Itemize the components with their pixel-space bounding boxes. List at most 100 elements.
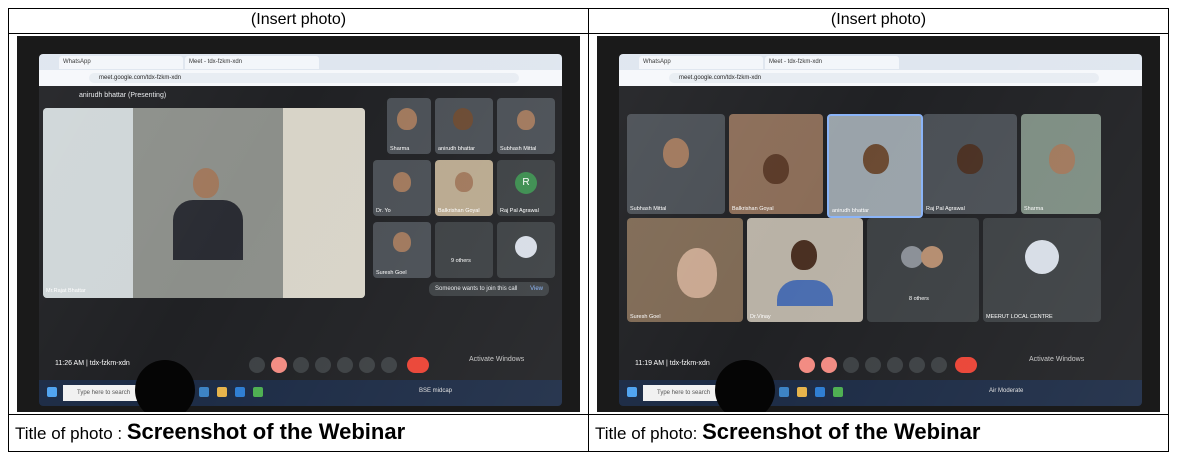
participant-tile: Suresh Goel xyxy=(373,222,431,278)
participant-name: Subhash Mittal xyxy=(630,206,667,212)
photo-table: (Insert photo) (Insert photo) WhatsApp M… xyxy=(8,8,1169,452)
right-photo-cell: WhatsApp Meet - tdx-fzkm-xdn meet.google… xyxy=(588,33,1169,415)
participant-name: Balkrishan Goyal xyxy=(732,206,774,212)
participant-avatar: R xyxy=(515,172,537,194)
join-notification[interactable]: Someone wants to join this call View xyxy=(429,282,549,296)
right-title-prefix: Title of photo: xyxy=(595,424,703,443)
participant-name: Dr.Vinay xyxy=(750,314,771,320)
participant-name: Raj Pal Agrawal xyxy=(500,208,539,214)
store-icon[interactable] xyxy=(815,387,825,397)
right-header: (Insert photo) xyxy=(830,11,927,28)
left-title-bold: Screenshot of the Webinar xyxy=(126,419,406,444)
participant-face xyxy=(453,108,473,130)
activate-windows-text: Activate Windows xyxy=(469,356,525,363)
activate-windows-text: Activate Windows xyxy=(1029,356,1085,363)
emoji-button[interactable] xyxy=(315,357,331,373)
participant-face xyxy=(957,144,983,174)
participant-tile: Sharma xyxy=(1021,114,1101,214)
emoji-button[interactable] xyxy=(865,357,881,373)
windows-taskbar: Type here to search BSE midcap xyxy=(39,380,562,406)
wall-light xyxy=(283,108,365,298)
camera-button[interactable] xyxy=(821,357,837,373)
camera-button[interactable] xyxy=(271,357,287,373)
meeting-time-code: 11:19 AM | tdx-fzkm-xdn xyxy=(635,360,710,367)
laptop-screen: WhatsApp Meet - tdx-fzkm-xdn meet.google… xyxy=(39,54,562,406)
url-text: meet.google.com/tdx-fzkm-xdn xyxy=(669,73,1099,83)
right-title-cell: Title of photo: Screenshot of the Webina… xyxy=(588,414,1169,452)
participant-name: Balkrishan Goyal xyxy=(438,208,480,214)
windows-start-icon[interactable] xyxy=(627,387,637,397)
edge-icon[interactable] xyxy=(199,387,209,397)
file-explorer-icon[interactable] xyxy=(797,387,807,397)
org-logo xyxy=(515,236,537,258)
meet-controls: 11:26 AM | tdx-fzkm-xdn Activate Windows xyxy=(39,352,562,380)
meet-controls: 11:19 AM | tdx-fzkm-xdn Activate Windows xyxy=(619,352,1142,380)
participant-tile: Subhash Mittal xyxy=(627,114,725,214)
laptop-screen: WhatsApp Meet - tdx-fzkm-xdn meet.google… xyxy=(619,54,1142,406)
end-call-button[interactable] xyxy=(955,357,977,373)
left-header-cell: (Insert photo) xyxy=(8,8,589,34)
edge-icon[interactable] xyxy=(779,387,789,397)
file-explorer-icon[interactable] xyxy=(217,387,227,397)
mic-button[interactable] xyxy=(249,357,265,373)
org-logo xyxy=(1025,240,1059,274)
participant-name: MEERUT LOCAL CENTRE xyxy=(986,314,1053,320)
chrome-icon[interactable] xyxy=(253,387,263,397)
raise-hand-button[interactable] xyxy=(359,357,375,373)
notification-text: Someone wants to join this call xyxy=(435,286,518,292)
participant-tile: Dr.Vinay xyxy=(747,218,863,322)
present-button[interactable] xyxy=(887,357,903,373)
end-call-button[interactable] xyxy=(407,357,429,373)
browser-tab: WhatsApp xyxy=(59,56,183,69)
participant-face xyxy=(517,110,535,130)
participant-tile: 9 others xyxy=(435,222,493,278)
main-video-label: Mr.Rajat Bhattar xyxy=(46,288,86,294)
captions-button[interactable] xyxy=(293,357,309,373)
left-title-prefix: Title of photo : xyxy=(15,424,127,443)
participant-tile: 8 others xyxy=(867,218,979,322)
participant-shirt xyxy=(777,280,833,306)
present-button[interactable] xyxy=(337,357,353,373)
main-video-tile: Mr.Rajat Bhattar xyxy=(43,108,365,298)
raise-hand-button[interactable] xyxy=(909,357,925,373)
participant-name: Subhash Mittal xyxy=(500,146,537,152)
speaker-shirt xyxy=(173,200,243,260)
window-light xyxy=(43,108,133,298)
left-photo-cell: WhatsApp Meet - tdx-fzkm-xdn meet.google… xyxy=(8,33,589,415)
participant-face xyxy=(393,232,411,252)
participant-name: Dr. Yo xyxy=(376,208,391,214)
meet-area: anirudh bhattar (Presenting) Mr.Rajat Bh… xyxy=(39,86,562,380)
participant-tile: anirudh bhattar xyxy=(435,98,493,154)
browser-tab-bar: WhatsApp Meet - tdx-fzkm-xdn xyxy=(39,54,562,70)
presenter-label: anirudh bhattar (Presenting) xyxy=(79,92,167,99)
store-icon[interactable] xyxy=(235,387,245,397)
right-photo: WhatsApp Meet - tdx-fzkm-xdn meet.google… xyxy=(597,36,1160,412)
windows-start-icon[interactable] xyxy=(47,387,57,397)
mic-button[interactable] xyxy=(799,357,815,373)
participant-avatar xyxy=(921,246,943,268)
speaker-face xyxy=(193,168,219,198)
participant-tile: Sharma xyxy=(387,98,431,154)
finger-shadow xyxy=(135,360,195,412)
right-title-bold: Screenshot of the Webinar xyxy=(702,419,981,444)
participant-name: anirudh bhattar xyxy=(832,208,869,214)
more-options-button[interactable] xyxy=(381,357,397,373)
participant-tile: Balkrishan Goyal xyxy=(729,114,823,214)
participant-tile: R Raj Pal Agrawal xyxy=(497,160,555,216)
participant-name: 9 others xyxy=(451,258,471,264)
participant-face xyxy=(791,240,817,270)
participant-face xyxy=(763,154,789,184)
address-bar: meet.google.com/tdx-fzkm-xdn xyxy=(619,70,1142,86)
participant-name: Sharma xyxy=(390,146,410,152)
browser-tab: Meet - tdx-fzkm-xdn xyxy=(765,56,899,69)
browser-tab: Meet - tdx-fzkm-xdn xyxy=(185,56,319,69)
participant-name: anirudh bhattar xyxy=(438,146,475,152)
participant-tile: Subhash Mittal xyxy=(497,98,555,154)
chrome-icon[interactable] xyxy=(833,387,843,397)
more-options-button[interactable] xyxy=(931,357,947,373)
captions-button[interactable] xyxy=(843,357,859,373)
participant-name: Sharma xyxy=(1024,206,1044,212)
view-button[interactable]: View xyxy=(530,286,543,292)
tray-widget: Air Moderate xyxy=(989,388,1024,394)
participant-tile: anirudh bhattar xyxy=(827,114,923,218)
